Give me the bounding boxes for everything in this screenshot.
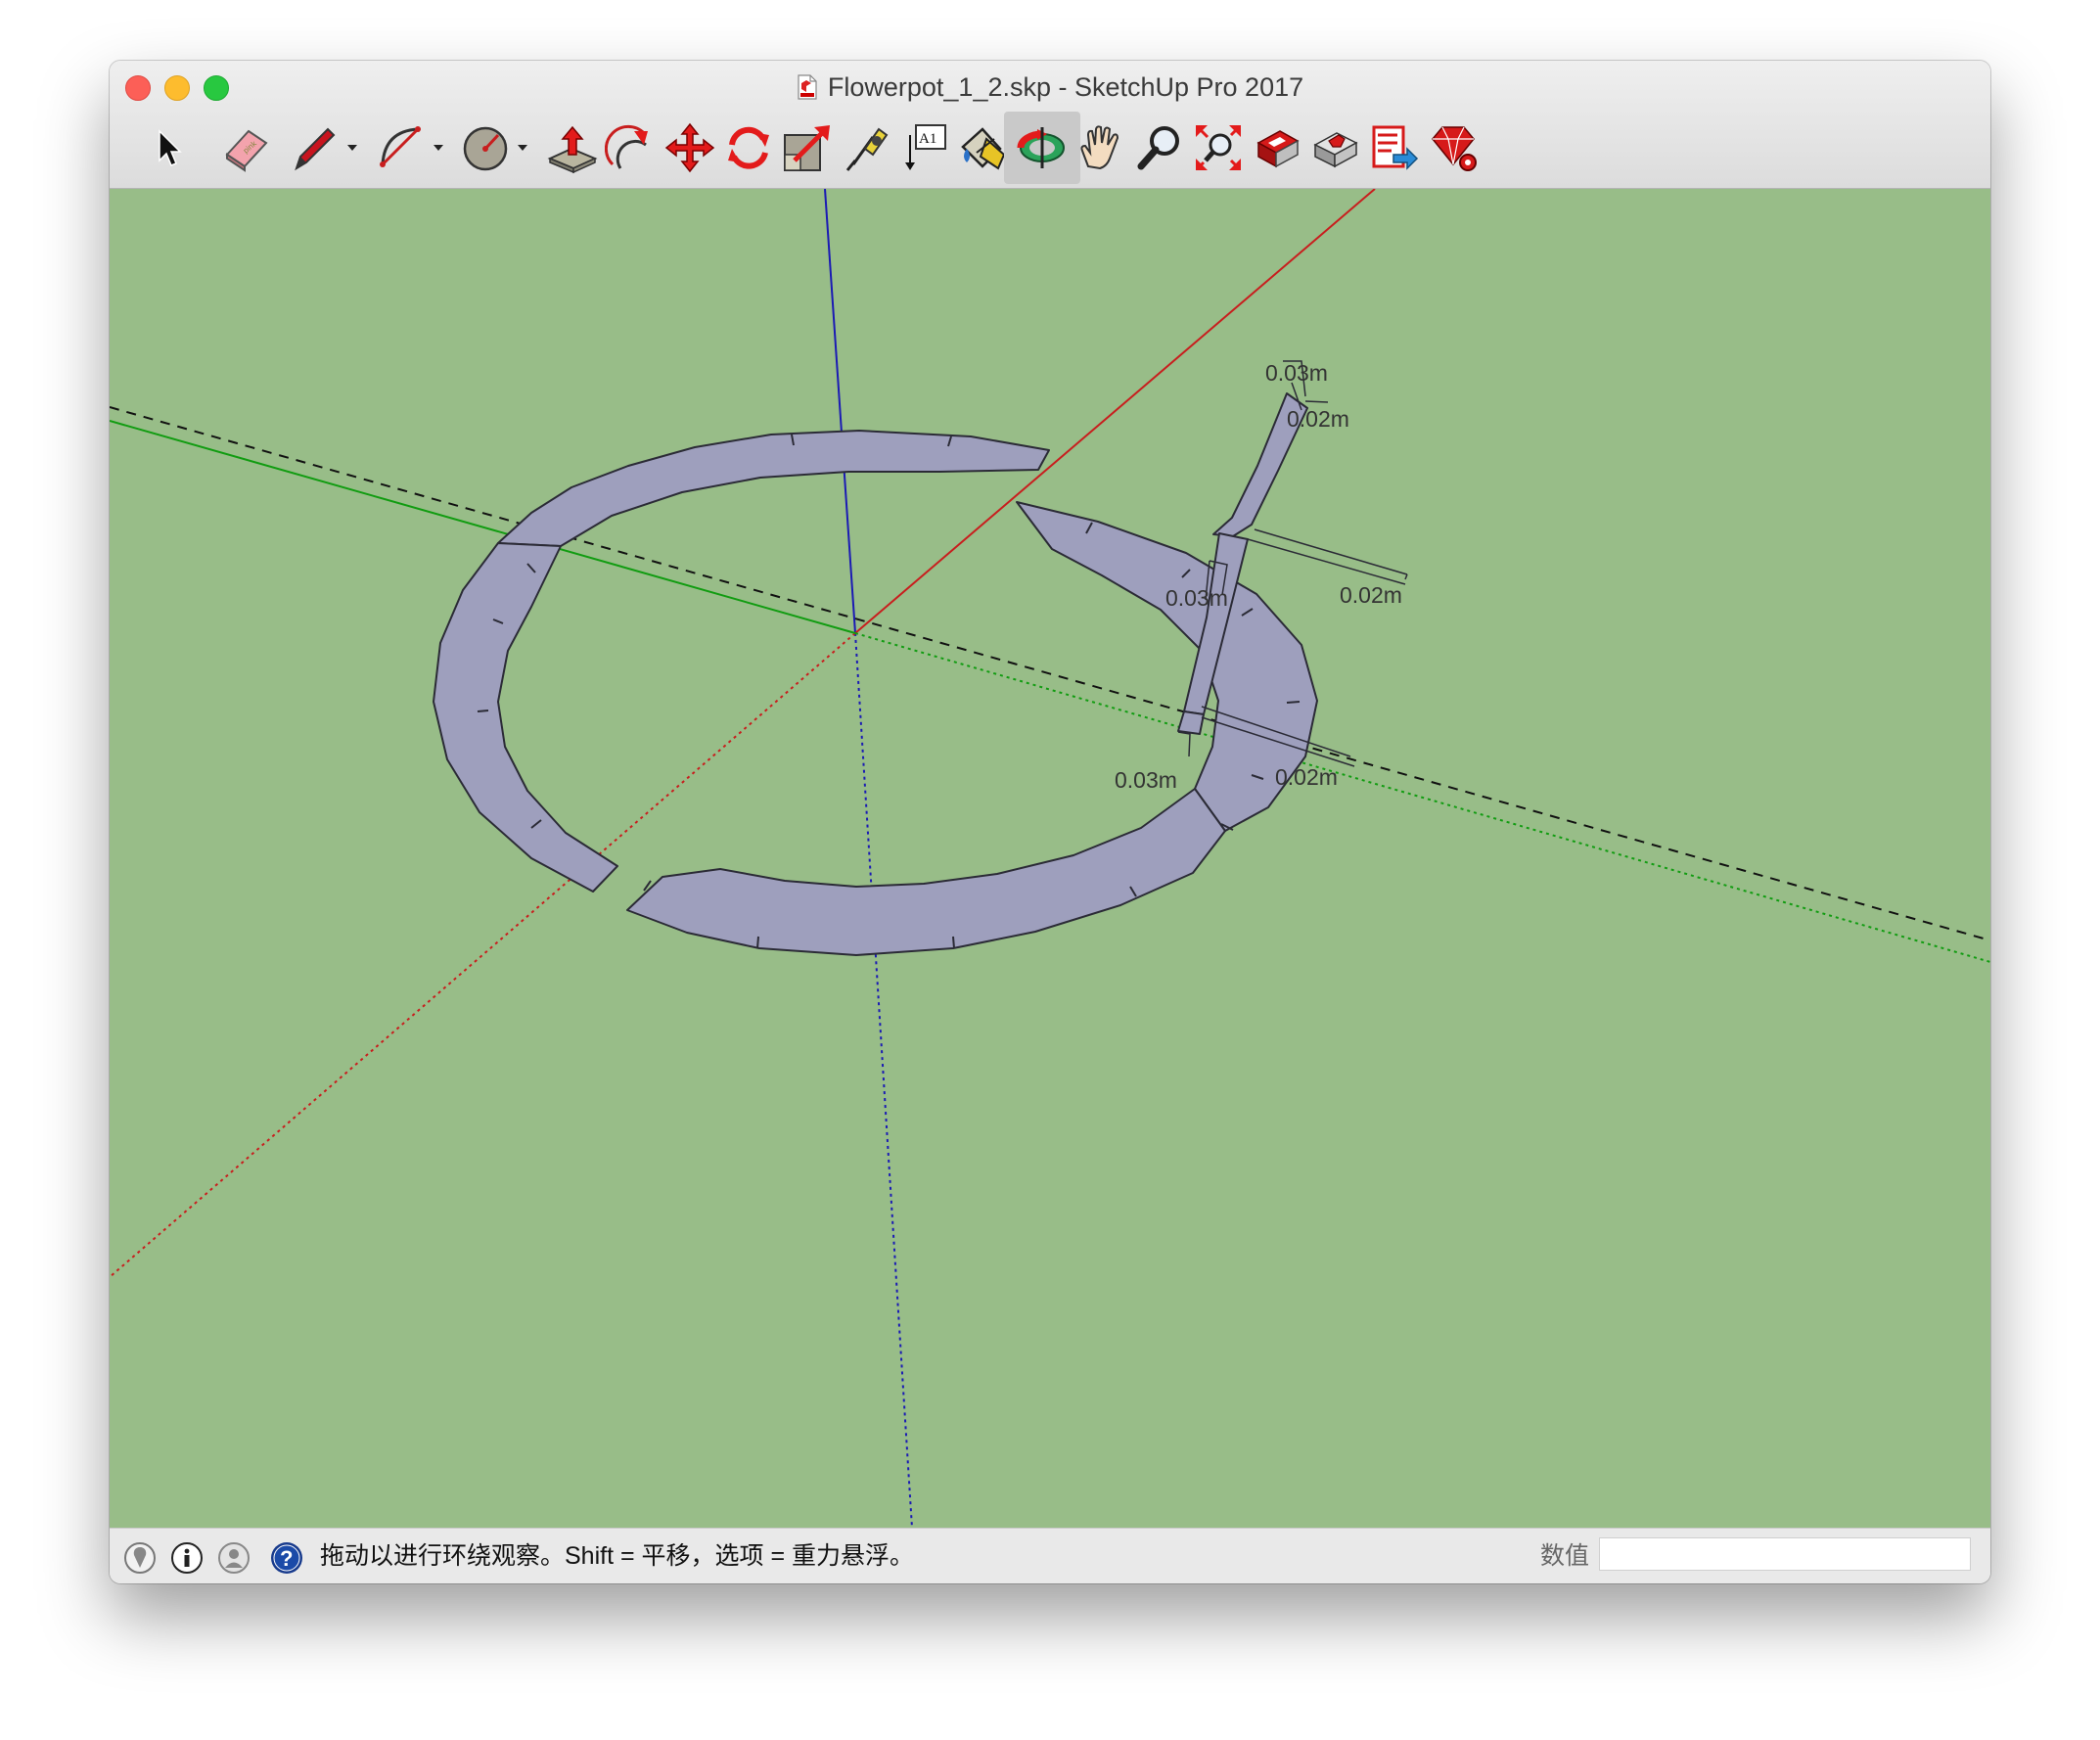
sketchup-window: Flowerpot_1_2.skp - SketchUp Pro 2017 pi… <box>110 61 1990 1583</box>
push-pull-icon <box>547 125 598 174</box>
text-icon: A1 <box>905 124 946 170</box>
tape-measure-icon <box>845 127 889 171</box>
svg-text:?: ? <box>280 1546 293 1571</box>
extension-manager-button[interactable] <box>1415 112 1491 184</box>
arc-tool-button[interactable] <box>372 112 450 184</box>
title-bar: Flowerpot_1_2.skp - SketchUp Pro 2017 pi… <box>110 61 1990 189</box>
select-tool-button[interactable] <box>129 112 205 184</box>
dimension-label: 0.02m <box>1287 406 1349 432</box>
warehouse-icon <box>1256 130 1300 168</box>
measurements-input[interactable] <box>1599 1537 1971 1571</box>
measurements-label: 数值 <box>1540 1542 1590 1570</box>
paint-bucket-icon <box>961 127 1006 170</box>
arrow-cursor-icon <box>159 129 182 166</box>
window-title-area: Flowerpot_1_2.skp - SketchUp Pro 2017 <box>110 70 1990 108</box>
ring-faces <box>433 430 1318 956</box>
blue-axis-negative <box>854 632 913 1528</box>
layout-icon <box>1372 125 1419 170</box>
extension-warehouse-icon <box>1313 132 1358 168</box>
credits-info-icon[interactable] <box>170 1541 204 1575</box>
ring-segment-top <box>497 430 1050 547</box>
move-icon <box>664 122 715 173</box>
circle-icon <box>463 126 527 171</box>
ring-segment-bottom <box>626 788 1226 956</box>
status-bar: ? 拖动以进行环绕观察。Shift = 平移，选项 = 重力悬浮。 数值 <box>110 1528 1990 1583</box>
blue-axis-positive <box>824 189 856 634</box>
status-hint: 拖动以进行环绕观察。Shift = 平移，选项 = 重力悬浮。 <box>320 1542 915 1570</box>
magnifier-icon <box>1137 126 1179 170</box>
help-icon[interactable]: ? <box>270 1541 303 1575</box>
ring-segment-left <box>433 542 618 893</box>
geolocation-icon[interactable] <box>123 1541 157 1575</box>
dimension-label: 0.02m <box>1340 582 1402 608</box>
model-canvas: 0.03m 0.02m 0.03m 0.02m 0.03m 0.02m <box>110 189 1990 1528</box>
svg-text:A1: A1 <box>919 131 936 147</box>
offset-icon <box>605 124 648 169</box>
dimension-label: 0.03m <box>1265 360 1328 386</box>
eraser-icon: pink <box>225 129 268 172</box>
rotate-icon <box>728 126 769 169</box>
chevron-down-icon <box>347 145 357 151</box>
window-title: Flowerpot_1_2.skp - SketchUp Pro 2017 <box>827 72 1304 102</box>
eraser-tool-button[interactable]: pink <box>207 112 284 184</box>
orbit-icon <box>1017 127 1065 168</box>
dimension-label: 0.03m <box>1115 767 1177 793</box>
line-tool-button[interactable] <box>286 112 364 184</box>
pencil-icon <box>295 127 357 171</box>
skp-document-icon <box>797 74 818 108</box>
arc-icon <box>380 126 443 167</box>
profile-lower <box>1177 710 1205 735</box>
dimension-label: 0.02m <box>1275 764 1338 790</box>
user-account-icon[interactable] <box>217 1541 251 1575</box>
zoom-extents-icon <box>1196 125 1241 170</box>
scale-icon <box>784 125 830 171</box>
ruby-gear-icon <box>1432 126 1477 171</box>
circle-tool-button[interactable] <box>456 112 534 184</box>
model-viewport[interactable]: 0.03m 0.02m 0.03m 0.02m 0.03m 0.02m <box>110 189 1990 1528</box>
dimension-label: 0.03m <box>1165 585 1228 611</box>
hand-icon <box>1080 125 1119 170</box>
